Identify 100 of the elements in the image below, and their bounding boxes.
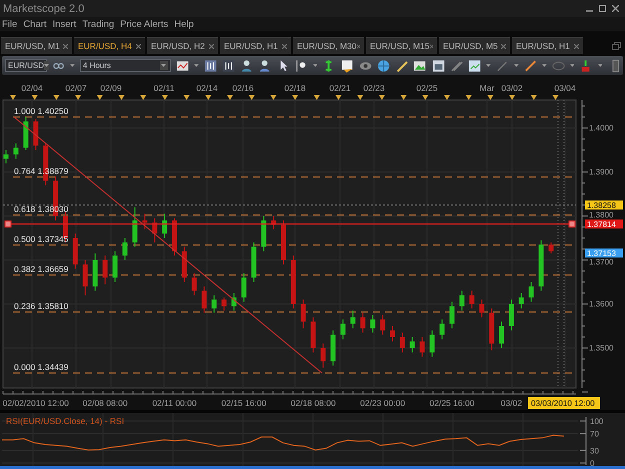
candlestick [92, 252, 98, 292]
candlestick [420, 336, 425, 358]
chart-tab[interactable]: EUR/USD, H2 [147, 37, 218, 54]
price-tag: 1.37153 [587, 249, 616, 258]
price-label: 1.4000 [589, 123, 614, 132]
date-label: 02/14 [196, 83, 218, 93]
rsi-axis [580, 416, 586, 466]
candlestick [281, 220, 286, 265]
chart-tab[interactable]: EUR/USD, H1 [220, 37, 291, 54]
scroll-icon[interactable] [612, 58, 620, 72]
chart-tab[interactable]: EUR/USD, M30 [293, 37, 364, 54]
candlestick [300, 299, 306, 329]
caret-icon[interactable] [570, 64, 574, 67]
close-icon[interactable] [282, 44, 287, 48]
close-icon[interactable] [574, 44, 579, 48]
caret-icon[interactable] [598, 64, 602, 67]
chart-tab[interactable]: EUR/USD, M15 [366, 37, 437, 54]
menu-item[interactable]: Chart [23, 18, 47, 30]
close-icon[interactable] [63, 44, 68, 48]
person-icon[interactable] [240, 58, 254, 72]
cursor-time-label: 03/03/2010 12:00 [528, 397, 600, 409]
candlestick [192, 272, 197, 296]
image-icon[interactable] [413, 58, 427, 72]
person-icon[interactable] [258, 58, 272, 72]
window-icon[interactable] [432, 58, 445, 72]
candlestick [499, 321, 504, 348]
caret-icon[interactable] [161, 64, 166, 67]
candlestick [330, 330, 336, 366]
date-label: 02/23 [363, 83, 385, 93]
price-tag: 1.37814 [587, 220, 616, 229]
chart-icon[interactable] [468, 58, 482, 72]
symbol-dropdown[interactable]: EUR/USD [5, 59, 47, 72]
fibonacci-level-label: 1.000 1.40250 [14, 106, 68, 116]
candlestick [142, 213, 148, 230]
candlestick [400, 332, 405, 353]
chart-tab[interactable]: EUR/USD, H4 [74, 37, 145, 54]
caret-icon[interactable] [70, 64, 75, 67]
menu-item[interactable]: Trading [82, 18, 114, 30]
candlestick [261, 216, 266, 252]
fibonacci-level-label: 0.000 1.34439 [14, 362, 68, 372]
price-label: 1.3500 [589, 344, 614, 352]
line-chart-icon[interactable] [176, 58, 189, 72]
caret-icon[interactable] [514, 64, 519, 67]
caret-icon[interactable] [486, 64, 491, 67]
menu-item[interactable]: Help [174, 18, 194, 30]
close-icon[interactable] [209, 44, 214, 48]
candlestick [72, 233, 78, 270]
candlestick [390, 326, 396, 342]
close-icon[interactable] [356, 44, 360, 48]
date-label: 02/16 [232, 83, 254, 93]
candlestick [518, 292, 524, 309]
date-label: 02/18 [284, 83, 306, 93]
timeframe-dropdown[interactable]: 4 Hours [80, 59, 171, 72]
candlestick [449, 301, 454, 329]
layout-icon[interactable] [222, 58, 235, 72]
rsi-axis-label: 0 [590, 459, 594, 466]
caret-icon[interactable] [542, 64, 547, 67]
ruler-icon[interactable] [395, 58, 408, 72]
candlestick [13, 142, 18, 160]
trend-line[interactable] [14, 116, 322, 374]
horizontal-line[interactable] [4, 220, 576, 228]
candlestick [508, 299, 514, 331]
chart-tab[interactable]: EUR/USD, M1 [1, 37, 72, 54]
price-label: 1.3700 [589, 258, 614, 266]
candlestick [172, 218, 177, 256]
candlestick [320, 343, 326, 368]
close-icon[interactable] [612, 5, 619, 12]
date-label: 02/09 [100, 83, 122, 93]
candlestick [112, 250, 118, 282]
close-icon[interactable] [136, 44, 141, 48]
restore-icon[interactable] [612, 42, 621, 50]
caret-icon[interactable] [194, 64, 199, 67]
candlestick [380, 314, 386, 336]
candlestick [82, 260, 88, 296]
globe-icon[interactable] [376, 58, 390, 72]
candlestick [469, 290, 474, 309]
caret-icon[interactable] [312, 64, 318, 67]
menu-item[interactable]: Price Alerts [120, 18, 168, 30]
close-icon[interactable] [430, 44, 433, 48]
layout-icon[interactable] [204, 58, 217, 72]
menu-item[interactable]: File [2, 18, 18, 30]
rsi-axis-label: 100 [590, 417, 604, 426]
price-label: 1.3900 [589, 168, 614, 176]
time-label: 02/15 16:00 [221, 398, 266, 408]
date-label: Mar [480, 83, 494, 93]
time-label: 03/02 [500, 398, 522, 408]
candlestick [370, 314, 376, 334]
note-icon[interactable] [340, 58, 354, 72]
candlestick [528, 282, 534, 302]
chart-tab[interactable]: EUR/USD, H1 [512, 37, 583, 54]
caret-icon[interactable] [44, 64, 50, 67]
menu-item[interactable]: Insert [52, 18, 76, 30]
pencil-icon[interactable] [524, 58, 537, 72]
candlestick [310, 316, 316, 353]
chart-tab[interactable]: EUR/USD, M5 [439, 37, 510, 54]
date-label: 02/25 [416, 83, 438, 93]
maximize-icon[interactable] [599, 5, 606, 12]
time-label: 02/02/2010 12:00 [2, 398, 69, 408]
close-icon[interactable] [501, 44, 506, 48]
price-label: 1.3800 [589, 210, 614, 220]
